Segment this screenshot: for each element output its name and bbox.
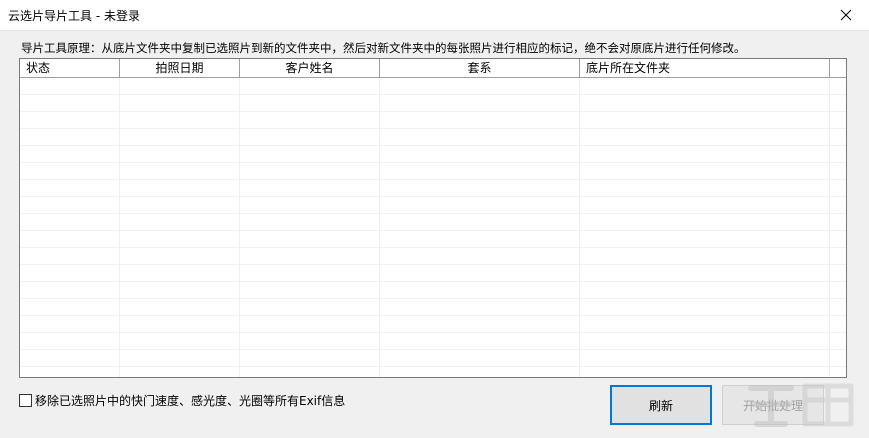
remove-exif-label[interactable]: 移除已选照片中的快门速度、感光度、光圈等所有Exif信息 [35,392,345,409]
window-title: 云选片导片工具 - 未登录 [8,9,140,23]
remove-exif-checkbox[interactable] [19,394,32,407]
column-header-filler [830,59,846,77]
column-header-shoot-date[interactable]: 拍照日期 [120,59,240,77]
table-body [20,78,846,377]
close-button[interactable] [823,0,869,30]
close-icon [840,9,852,21]
column-header-customer-name[interactable]: 客户姓名 [240,59,380,77]
column-header-status[interactable]: 状态 [20,59,120,77]
download-site-watermark [748,383,854,427]
column-header-negative-folder[interactable]: 底片所在文件夹 [580,59,830,77]
table-header: 状态 拍照日期 客户姓名 套系 底片所在文件夹 [20,59,846,78]
column-header-package[interactable]: 套系 [380,59,580,77]
photo-list-table[interactable]: 状态 拍照日期 客户姓名 套系 底片所在文件夹 [19,58,847,378]
tool-description: 导片工具原理：从底片文件夹中复制已选照片到新的文件夹中，然后对新文件夹中的每张照… [21,41,746,55]
refresh-button[interactable]: 刷新 [610,385,712,425]
title-bar: 云选片导片工具 - 未登录 [0,0,869,31]
remove-exif-option[interactable]: 移除已选照片中的快门速度、感光度、光圈等所有Exif信息 [19,392,345,409]
